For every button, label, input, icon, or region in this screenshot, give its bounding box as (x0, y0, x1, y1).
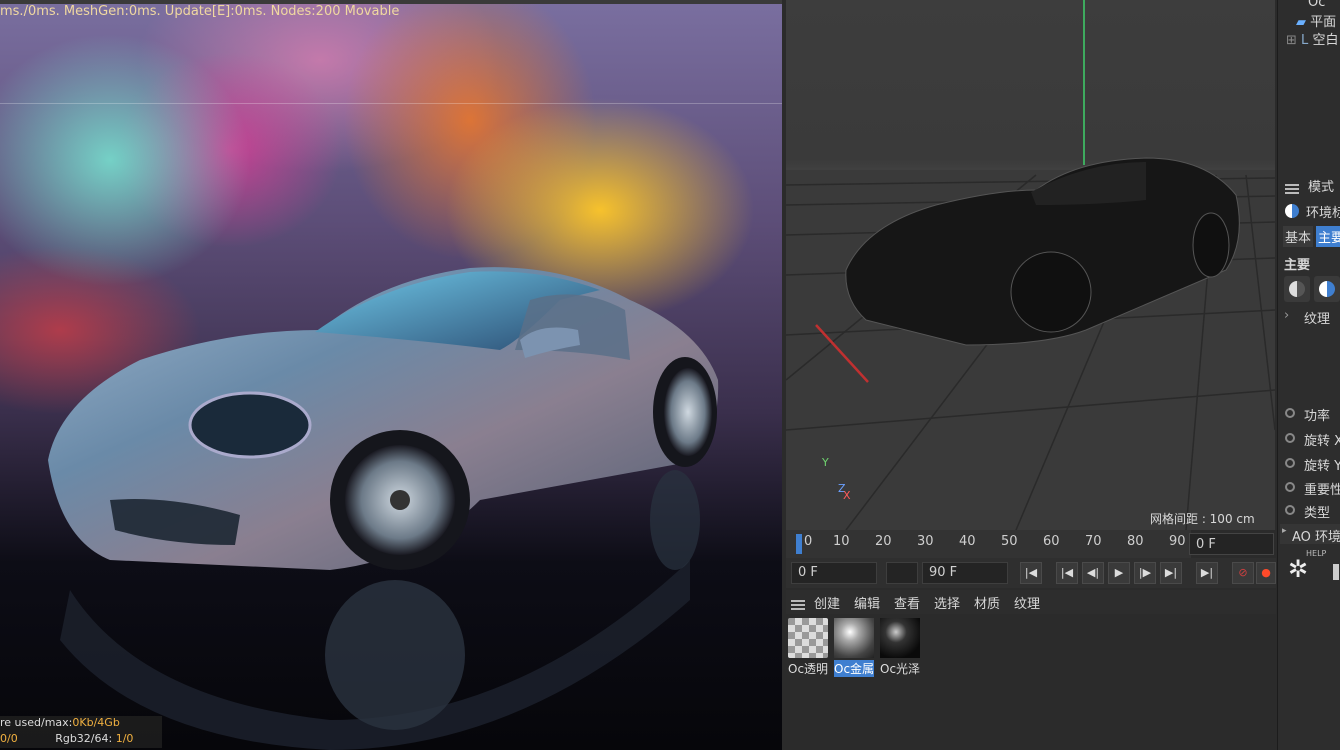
texture-count: 0/0 (0, 732, 18, 745)
mode-menu[interactable]: 模式 (1308, 176, 1334, 195)
material-label: Oc金属 (834, 660, 874, 677)
timeline-tick: 70 (1085, 534, 1102, 549)
prev-key-icon[interactable]: |◀ (1056, 562, 1078, 584)
timeline-tick: 40 (959, 534, 976, 549)
go-to-end-icon[interactable]: ▶| (1196, 562, 1218, 584)
axis-y-label: Y (822, 456, 829, 469)
menu-view[interactable]: 查看 (894, 593, 920, 612)
render-stats-top: ms./0ms. MeshGen:0ms. Update[E]:0ms. Nod… (0, 4, 400, 19)
range-slider[interactable] (886, 562, 918, 584)
param-rotate-y: 旋转 Y (1304, 459, 1340, 474)
timeline-tick: 90 (1169, 534, 1186, 549)
param-power: 功率 (1304, 409, 1331, 424)
object-label: 空白 (1312, 33, 1339, 48)
section-main: 主要 (1284, 258, 1311, 273)
texture-label: 纹理 (1304, 312, 1331, 327)
hamburger-icon[interactable] (791, 596, 805, 610)
render-region-line (0, 103, 782, 104)
object-item-plane[interactable]: ▰ 平面 (1296, 11, 1336, 30)
timeline-tick: 80 (1127, 534, 1144, 549)
viewport-grid (786, 0, 1275, 530)
section-arrow-icon: ▸ (1282, 526, 1287, 536)
param-radio[interactable] (1285, 458, 1295, 468)
object-label: 平面 (1310, 15, 1337, 30)
material-swatch[interactable]: Oc金属 (834, 618, 874, 677)
octane-render-viewport[interactable]: ms./0ms. MeshGen:0ms. Update[E]:0ms. Nod… (0, 0, 782, 750)
rgb-label: Rgb32/64: (55, 732, 113, 745)
plane-icon: ▰ (1296, 15, 1306, 30)
menu-edit[interactable]: 编辑 (854, 593, 880, 612)
material-preview (834, 618, 874, 658)
tab-main[interactable]: 主要 (1316, 226, 1340, 247)
expand-icon: ⊞ (1286, 33, 1297, 48)
material-preview (788, 618, 828, 658)
material-label: Oc透明 (788, 662, 828, 676)
memory-stats: re used/max:0Kb/4Gb (0, 716, 162, 732)
attributes-menu-icon[interactable] (1285, 180, 1299, 194)
timeline-tick: 20 (875, 534, 892, 549)
menu-texture[interactable]: 纹理 (1014, 593, 1040, 612)
ao-section-header[interactable]: AO 环境 ▸ (1280, 524, 1340, 545)
axis-x-label: X (843, 489, 851, 502)
param-radio[interactable] (1285, 505, 1295, 515)
autokey-icon[interactable]: ● (1256, 562, 1276, 584)
env-preview-icon (1289, 281, 1305, 297)
param-type: 类型 (1304, 506, 1331, 521)
menu-select[interactable]: 选择 (934, 593, 960, 612)
material-label: Oc光泽 (880, 662, 920, 676)
render-image (48, 267, 719, 750)
play-icon[interactable]: ▶ (1108, 562, 1130, 584)
object-item[interactable]: Oc (1308, 0, 1325, 10)
material-swatch[interactable]: Oc光泽 (880, 618, 920, 677)
texture-stats: 0/0 Rgb32/64: 1/0 (0, 732, 162, 748)
chevron-right-icon[interactable]: › (1284, 308, 1289, 323)
perspective-viewport[interactable]: Y Z X (786, 0, 1275, 530)
octane-logo-icon[interactable]: ✲ (1288, 556, 1318, 582)
end-frame-field[interactable]: 90 F (922, 562, 1008, 584)
timeline-playhead[interactable] (796, 534, 802, 554)
start-frame-field[interactable]: 0 F (791, 562, 877, 584)
prev-frame-icon[interactable]: ◀| (1082, 562, 1104, 584)
memory-label: re used/max: (0, 716, 73, 729)
ao-label: AO 环境 (1292, 530, 1340, 545)
timeline-tick: 50 (1001, 534, 1018, 549)
param-radio[interactable] (1285, 408, 1295, 418)
env-preview-icon (1319, 281, 1335, 297)
go-to-start-icon[interactable]: |◀ (1020, 562, 1042, 584)
param-radio[interactable] (1285, 482, 1295, 492)
timeline-tick: 0 (804, 534, 813, 549)
right-panel (1277, 0, 1340, 750)
tab-basic[interactable]: 基本 (1283, 226, 1314, 247)
param-radio[interactable] (1285, 433, 1295, 443)
memory-value: 0Kb/4Gb (72, 716, 120, 729)
render-top-border (0, 0, 782, 4)
next-frame-icon[interactable]: |▶ (1134, 562, 1156, 584)
material-swatch[interactable]: Oc透明 (788, 618, 828, 677)
record-keys-icon[interactable]: ⊘ (1232, 562, 1254, 584)
null-icon: L (1301, 33, 1309, 48)
env-preview-button[interactable] (1314, 276, 1340, 302)
next-key-icon[interactable]: ▶| (1160, 562, 1182, 584)
material-preview (880, 618, 920, 658)
timeline-tick: 10 (833, 534, 850, 549)
object-name: 环境标 (1306, 206, 1340, 221)
environment-tag-icon (1285, 204, 1299, 218)
grid-spacing-label: 网格间距 : 100 cm (1150, 512, 1255, 526)
param-rotate-x: 旋转 X (1304, 434, 1340, 449)
menu-create[interactable]: 创建 (814, 593, 840, 612)
pause-icon[interactable] (1333, 564, 1339, 580)
param-importance: 重要性 (1304, 483, 1340, 498)
timeline-tick: 30 (917, 534, 934, 549)
timeline-tick: 60 (1043, 534, 1060, 549)
current-frame-field[interactable]: 0 F (1189, 533, 1274, 555)
rgb-value: 1/0 (115, 732, 134, 745)
env-preview-button[interactable] (1284, 276, 1310, 302)
timeline-ruler[interactable]: 0 10 20 30 40 50 60 70 80 90 (786, 530, 1191, 558)
object-item-null[interactable]: ⊞ L 空白 (1286, 29, 1338, 48)
menu-material[interactable]: 材质 (974, 593, 1000, 612)
